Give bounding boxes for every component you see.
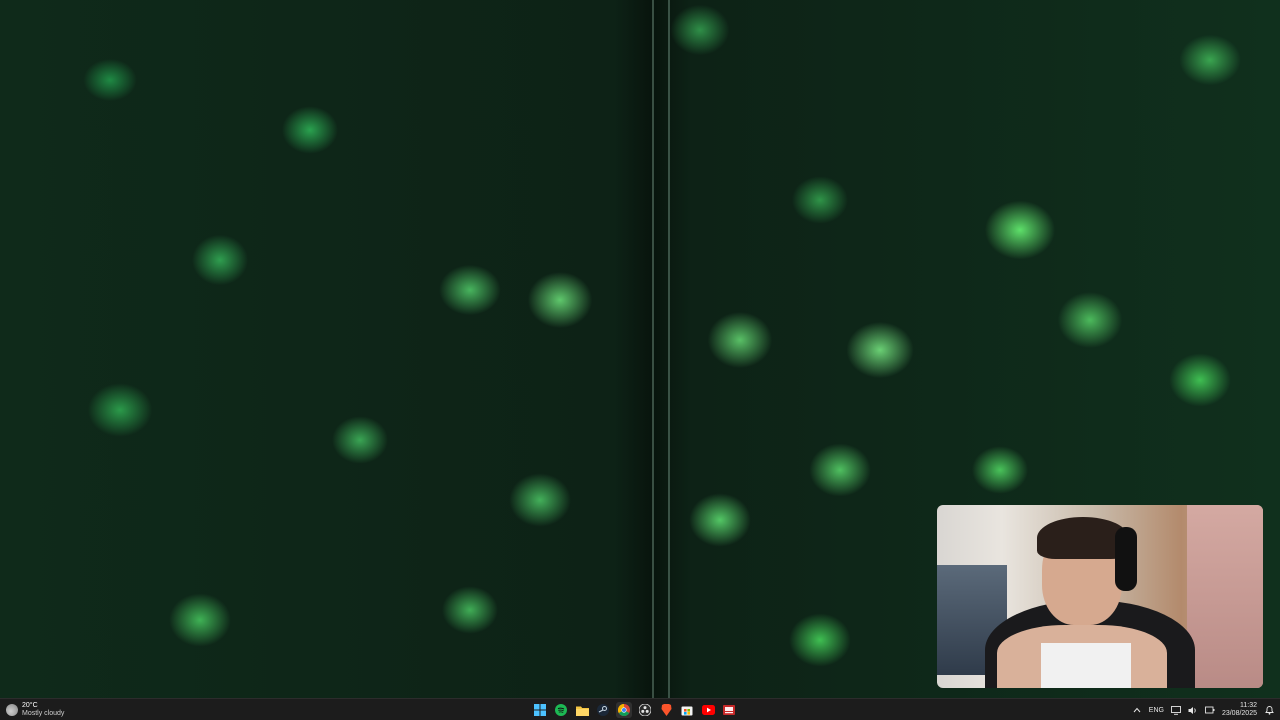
store-icon[interactable] <box>679 702 695 718</box>
webcam-background-door <box>1187 505 1263 688</box>
battery-icon[interactable] <box>1205 705 1215 715</box>
webcam-overlay <box>937 505 1263 688</box>
webcam-headset <box>1115 527 1137 591</box>
windows-start-icon[interactable] <box>532 702 548 718</box>
clock[interactable]: 11:32 23/08/2025 <box>1222 702 1257 718</box>
forest-path-left <box>652 0 654 698</box>
chevron-up-icon[interactable] <box>1132 705 1142 715</box>
chrome-icon[interactable] <box>616 702 632 718</box>
weather-text: 20°C Mostly cloudy <box>22 702 64 718</box>
weather-temperature: 20°C <box>22 702 38 709</box>
forest-path-right <box>668 0 670 698</box>
recorder-icon[interactable] <box>721 702 737 718</box>
taskbar-apps <box>532 700 737 720</box>
system-tray: ENG 11:32 23/08/2025 <box>1132 700 1274 720</box>
obs-icon[interactable] <box>637 702 653 718</box>
spotify-icon[interactable] <box>553 702 569 718</box>
folder-icon[interactable] <box>574 702 590 718</box>
display-icon[interactable] <box>1171 705 1181 715</box>
youtube-icon[interactable] <box>700 702 716 718</box>
notification-bell-icon[interactable] <box>1264 705 1274 715</box>
webcam-person-shirt <box>1041 643 1131 688</box>
clock-time: 11:32 <box>1240 702 1257 709</box>
desktop-wallpaper <box>0 0 1280 698</box>
speaker-icon[interactable] <box>1188 705 1198 715</box>
partly-cloudy-icon <box>6 702 18 716</box>
steam-icon[interactable] <box>595 702 611 718</box>
language-indicator[interactable]: ENG <box>1149 707 1164 714</box>
weather-widget[interactable]: 20°C Mostly cloudy <box>6 700 64 720</box>
clock-date: 23/08/2025 <box>1221 710 1257 717</box>
taskbar: 20°C Mostly cloudy ENG 11:32 23/08/2025 <box>0 698 1280 720</box>
brave-icon[interactable] <box>658 702 674 718</box>
weather-condition: Mostly cloudy <box>22 710 65 717</box>
